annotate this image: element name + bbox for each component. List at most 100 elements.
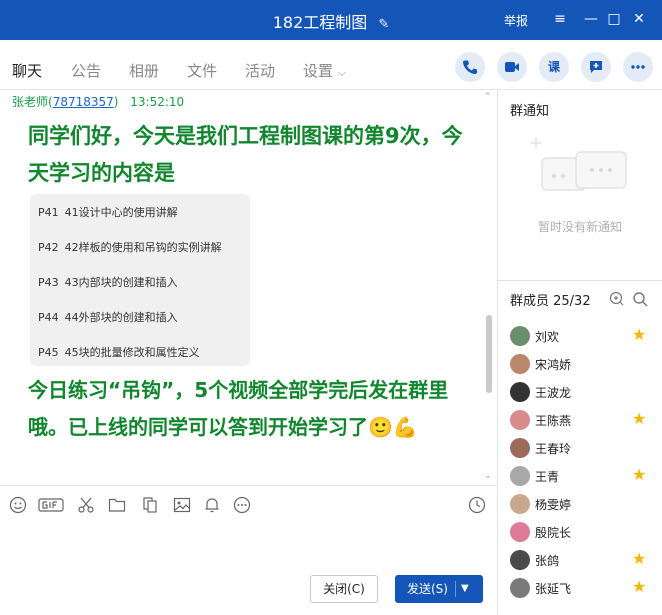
member-item[interactable]: 张鸽 ★ [498, 546, 662, 574]
avatar[interactable] [510, 354, 530, 374]
gif-icon[interactable] [38, 496, 64, 514]
member-item[interactable]: 张延飞 ★ [498, 574, 662, 602]
invite-member-icon[interactable] [609, 291, 625, 307]
playlist-item-title: 44外部块的创建和插入 [64, 311, 178, 324]
close-chat-button[interactable]: 关闭(C) [310, 575, 378, 603]
tab-announcement[interactable]: 公告 [71, 60, 101, 81]
history-icon[interactable] [468, 496, 486, 514]
member-name: 王春玲 [535, 442, 572, 456]
message-text: 今日练习“吊钩”，5个视频全部学完后发在群里哦。已上线的同学可以答到开始学习了🙂… [28, 378, 449, 439]
playlist-item[interactable]: P44 44外部块的创建和插入 [38, 309, 178, 325]
playlist-item[interactable]: P41 41设计中心的使用讲解 [38, 204, 178, 220]
playlist-item-part: P43 [38, 276, 59, 289]
member-name: 宋鸿娇 [535, 358, 572, 372]
group-name: 182工程制图 [272, 13, 368, 32]
tab-album[interactable]: 相册 [129, 60, 159, 81]
send-label: 发送(S) [407, 582, 448, 596]
star-icon: ★ [632, 325, 647, 344]
empty-notice-illustration [531, 138, 627, 191]
close-button[interactable]: ✕ [628, 8, 650, 30]
playlist-item-part: P42 [38, 241, 59, 254]
send-options-chevron-icon[interactable]: ▼ [461, 575, 469, 603]
playlist-card[interactable]: P41 41设计中心的使用讲解 P42 42样板的使用和吊钩的实例讲解 P43 43内… [30, 194, 250, 366]
member-name: 杨雯婷 [535, 498, 572, 512]
member-name: 王青 [535, 470, 560, 484]
group-notice-panel: 群通知 暂时没有新通知 [498, 90, 662, 280]
playlist-item-part: P41 [38, 206, 59, 219]
document-icon[interactable] [141, 496, 159, 514]
member-item[interactable]: 王波龙 [498, 378, 662, 406]
playlist-item-title: 45块的批量修改和属性定义 [64, 346, 200, 359]
playlist-item[interactable]: P45 45块的批量修改和属性定义 [38, 344, 200, 360]
tab-activities[interactable]: 活动 [245, 60, 275, 81]
report-link[interactable]: 举报 [504, 12, 528, 29]
message-text: 同学们好，今天是我们工程制图课的第9次，今天学习的内容是 [28, 124, 463, 185]
member-item[interactable]: 王陈燕 ★ [498, 406, 662, 434]
search-icon[interactable] [632, 291, 648, 307]
empty-notice-text: 暂时没有新通知 [537, 220, 622, 234]
voice-call-button[interactable] [455, 52, 485, 82]
star-icon: ★ [632, 549, 647, 568]
add-app-button[interactable] [581, 52, 611, 82]
avatar[interactable] [510, 578, 530, 598]
edit-name-icon[interactable]: ✎ [378, 17, 389, 32]
star-icon: ★ [632, 465, 647, 484]
member-name: 刘欢 [535, 330, 560, 344]
avatar[interactable] [510, 410, 530, 430]
playlist-item[interactable]: P42 42样板的使用和吊钩的实例讲解 [38, 239, 222, 255]
member-item[interactable]: 杨雯婷 [498, 490, 662, 518]
emoji-icon[interactable] [9, 496, 27, 514]
minimize-button[interactable]: — [580, 8, 602, 30]
avatar[interactable] [510, 438, 530, 458]
more-icon[interactable] [233, 496, 251, 514]
send-divider [455, 581, 456, 597]
member-item[interactable]: 王青 ★ [498, 462, 662, 490]
image-icon[interactable] [173, 496, 191, 514]
scissors-icon[interactable] [77, 496, 95, 514]
scroll-up-icon[interactable]: ⌃ [484, 92, 492, 102]
avatar[interactable] [510, 550, 530, 570]
course-label: 课 [547, 60, 560, 74]
sender-name[interactable]: 张老师 [12, 95, 48, 109]
member-item[interactable]: 宋鸿娇 [498, 350, 662, 378]
member-name: 王陈燕 [535, 414, 572, 428]
tab-settings[interactable]: 设置 ⌵ [303, 60, 346, 81]
members-heading: 群成员 25/32 [510, 294, 591, 309]
scrollbar-thumb[interactable] [486, 315, 492, 393]
video-call-button[interactable] [497, 52, 527, 82]
input-area[interactable]: 关闭(C) 发送(S) ▼ [0, 485, 497, 615]
star-icon: ★ [632, 409, 647, 428]
avatar[interactable] [510, 466, 530, 486]
title-bar: 182工程制图 ✎ 举报 ≡ — □ ✕ [0, 0, 662, 40]
playlist-item[interactable]: P43 43内部块的创建和插入 [38, 274, 178, 290]
star-icon: ★ [632, 577, 647, 596]
more-button[interactable] [623, 52, 653, 82]
chat-area: 张老师(78718357) 13:52:10 同学们好，今天是我们工程制图课的第… [0, 90, 497, 485]
tab-chat[interactable]: 聊天 [12, 60, 43, 95]
member-item[interactable]: 刘欢 ★ [498, 322, 662, 350]
member-item[interactable]: 王春玲 [498, 434, 662, 462]
avatar[interactable] [510, 382, 530, 402]
playlist-item-title: 42样板的使用和吊钩的实例讲解 [64, 241, 222, 254]
tab-settings-label: 设置 [303, 62, 334, 80]
playlist-item-title: 43内部块的创建和插入 [64, 276, 178, 289]
member-item[interactable]: 殷院长 [498, 518, 662, 546]
playlist-item-title: 41设计中心的使用讲解 [64, 206, 178, 219]
member-name: 王波龙 [535, 386, 572, 400]
message-sender: 张老师(78718357) 13:52:10 [12, 95, 185, 109]
send-button[interactable]: 发送(S) ▼ [395, 575, 483, 603]
tab-files[interactable]: 文件 [187, 60, 217, 81]
scroll-down-icon[interactable]: ⌄ [484, 471, 492, 481]
message-time: 13:52:10 [130, 95, 185, 109]
folder-icon[interactable] [108, 496, 126, 514]
menu-icon[interactable]: ≡ [549, 8, 571, 30]
phone-icon [463, 60, 477, 74]
avatar[interactable] [510, 326, 530, 346]
avatar[interactable] [510, 494, 530, 514]
sender-qq[interactable]: 78718357 [53, 95, 114, 109]
maximize-button[interactable]: □ [603, 8, 625, 30]
course-button[interactable]: 课 [539, 52, 569, 82]
member-name: 张延飞 [535, 582, 572, 596]
bell-icon[interactable] [203, 496, 221, 514]
avatar[interactable] [510, 522, 530, 542]
